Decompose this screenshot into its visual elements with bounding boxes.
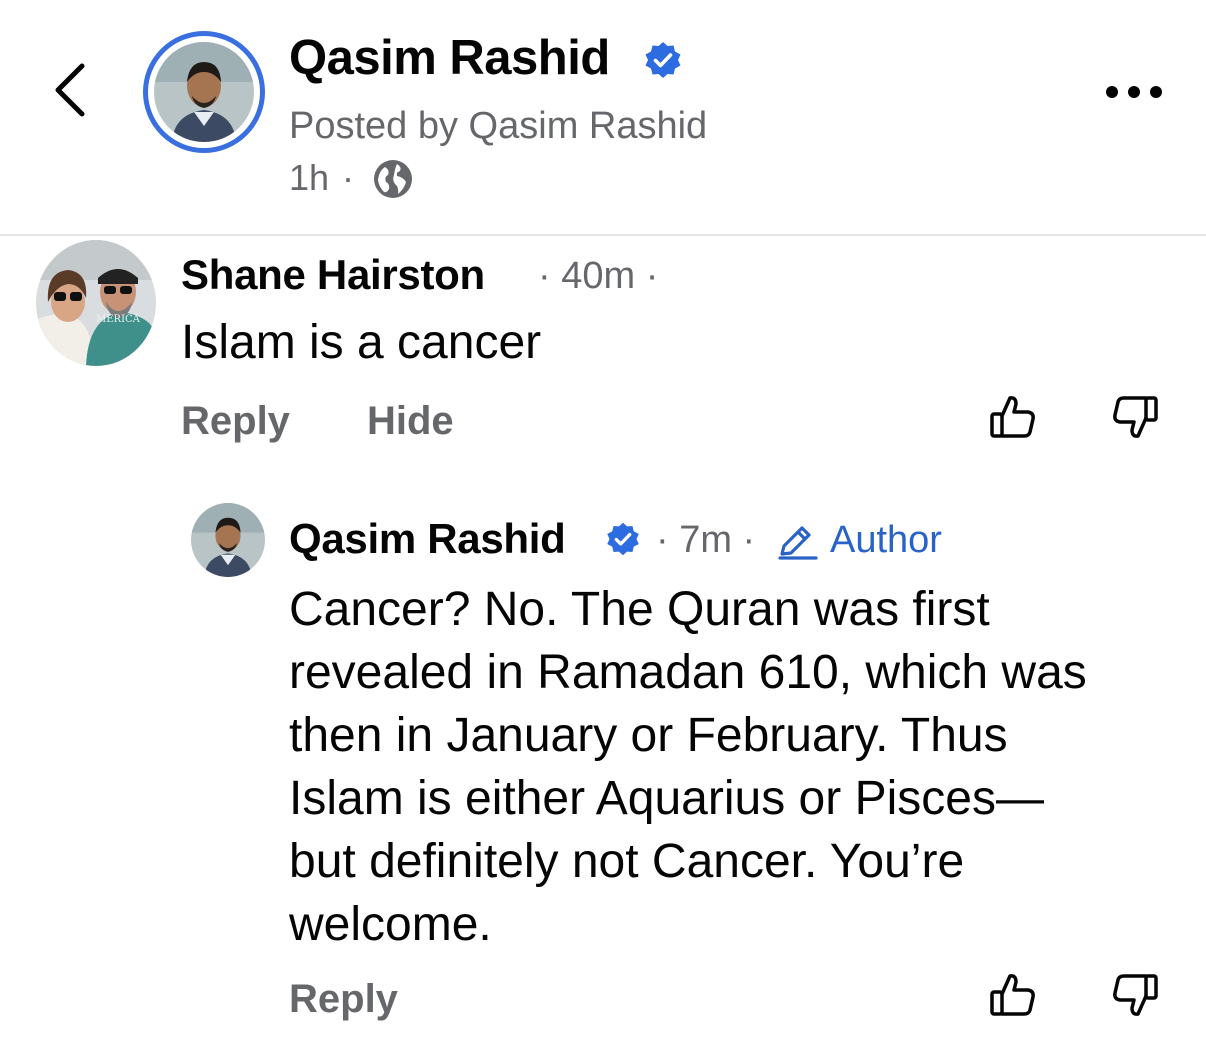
commenter-avatar[interactable]: MERICA <box>36 240 156 366</box>
reply-like-button[interactable] <box>988 970 1038 1020</box>
reply-text-line: Islam is either Aquarius or Pisces— <box>289 772 1044 825</box>
svg-text:MERICA: MERICA <box>96 314 141 325</box>
comment-hide-button[interactable]: Hide <box>367 395 454 447</box>
comment-reply-button[interactable]: Reply <box>181 395 290 447</box>
reply-author-avatar[interactable] <box>191 503 265 577</box>
separator-dot: · <box>342 157 354 198</box>
thumbs-up-icon <box>990 974 1035 1016</box>
verified-badge-icon <box>645 42 681 78</box>
author-tag: Author <box>830 519 942 561</box>
reply-text-line: revealed in Ramadan 610, which was <box>289 646 1087 699</box>
post-author-avatar[interactable] <box>143 31 265 153</box>
avatar-image: MERICA <box>36 240 156 366</box>
back-chevron-icon <box>55 63 85 117</box>
reply-text-line: then in January or February. Thus <box>289 709 1008 762</box>
reply-text-line: Cancer? No. The Quran was first <box>289 583 990 636</box>
thumbs-up-icon <box>990 396 1035 438</box>
avatar-image <box>191 503 265 577</box>
pencil-icon <box>778 526 818 560</box>
more-options-button[interactable] <box>1104 80 1164 104</box>
thumbs-down-icon <box>1113 396 1158 438</box>
header-divider <box>0 234 1206 236</box>
reply-timestamp: · 7m · <box>656 519 756 561</box>
comment-timestamp: · 40m · <box>538 255 659 297</box>
reply-reply-button[interactable]: Reply <box>289 973 398 1025</box>
comment-dislike-button[interactable] <box>1110 392 1160 442</box>
thumbs-down-icon <box>1113 974 1158 1016</box>
reply-text: Cancer? No. The Quran was first revealed… <box>289 578 1189 956</box>
back-button[interactable] <box>48 60 98 120</box>
more-icon <box>1106 86 1162 98</box>
reply-text-line: but definitely not Cancer. You’re <box>289 835 965 888</box>
posted-by-label: Posted by Qasim Rashid <box>289 105 708 147</box>
comment-like-button[interactable] <box>988 392 1038 442</box>
reply-text-line: welcome. <box>289 898 492 951</box>
verified-badge-icon <box>607 522 639 556</box>
post-timestamp: 1h <box>289 157 330 198</box>
avatar-image <box>154 42 254 142</box>
post-author-name[interactable]: Qasim Rashid <box>289 28 610 88</box>
globe-icon <box>374 160 412 198</box>
commenter-name[interactable]: Shane Hairston <box>181 248 485 302</box>
comment-text: Islam is a cancer <box>181 316 542 369</box>
reply-dislike-button[interactable] <box>1110 970 1160 1020</box>
reply-author-name[interactable]: Qasim Rashid <box>289 512 566 566</box>
